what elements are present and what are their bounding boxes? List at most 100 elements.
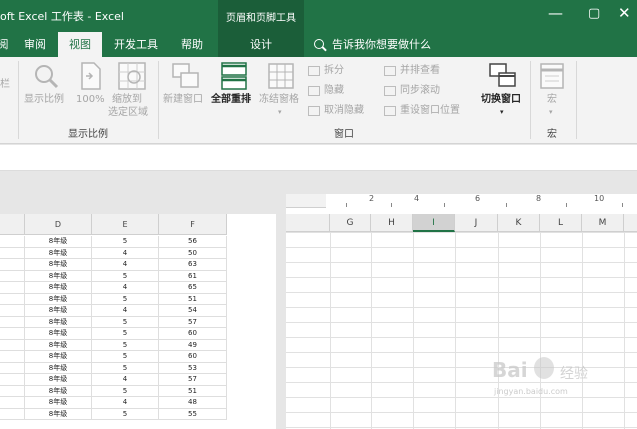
table-cell[interactable]: 8年级	[25, 236, 92, 247]
table-cell[interactable]	[0, 305, 25, 316]
tell-me-box[interactable]: 告诉我你想要做什么	[314, 32, 431, 57]
table-cell[interactable]: 56	[159, 236, 227, 247]
column-header-f[interactable]: F	[159, 214, 227, 235]
table-cell[interactable]	[0, 374, 25, 385]
table-row[interactable]: 8年级 5 60	[0, 351, 227, 363]
table-cell[interactable]: 4	[92, 397, 159, 408]
table-cell[interactable]: 48	[159, 397, 227, 408]
table-cell[interactable]: 57	[159, 374, 227, 385]
table-cell[interactable]	[0, 397, 25, 408]
table-cell[interactable]: 5	[92, 362, 159, 374]
column-header-partial[interactable]	[286, 214, 330, 232]
table-cell[interactable]: 53	[159, 362, 227, 374]
table-cell[interactable]: 5	[92, 270, 159, 282]
table-cell[interactable]: 8年级	[25, 385, 92, 397]
column-header-m[interactable]: M	[582, 214, 624, 232]
table-cell[interactable]: 8年级	[25, 328, 92, 339]
table-cell[interactable]: 5	[92, 316, 159, 328]
table-cell[interactable]: 60	[159, 351, 227, 362]
tab-view[interactable]: 视图	[58, 32, 102, 57]
table-cell[interactable]	[0, 408, 25, 420]
table-cell[interactable]: 8年级	[25, 293, 92, 305]
table-cell[interactable]: 5	[92, 339, 159, 351]
table-cell[interactable]	[0, 316, 25, 328]
table-cell[interactable]: 4	[92, 374, 159, 385]
minimize-icon[interactable]: —	[548, 6, 563, 21]
table-row[interactable]: 8年级 5 49	[0, 339, 227, 351]
table-cell[interactable]: 60	[159, 328, 227, 339]
table-cell[interactable]: 5	[92, 351, 159, 362]
column-header-l[interactable]: L	[540, 214, 582, 232]
table-cell[interactable]	[0, 351, 25, 362]
table-cell[interactable]	[0, 385, 25, 397]
column-header-j[interactable]: J	[455, 214, 498, 232]
table-row[interactable]: 8年级 5 57	[0, 316, 227, 328]
table-row[interactable]: 8年级 5 56	[0, 236, 227, 248]
tab-partial[interactable]: 阅	[0, 32, 12, 57]
table-row[interactable]: 8年级 5 53	[0, 362, 227, 374]
table-cell[interactable]: 8年级	[25, 282, 92, 293]
table-cell[interactable]: 49	[159, 339, 227, 351]
table-cell[interactable]: 8年级	[25, 259, 92, 270]
table-cell[interactable]	[0, 328, 25, 339]
table-cell[interactable]: 5	[92, 293, 159, 305]
table-cell[interactable]	[0, 293, 25, 305]
column-header-e[interactable]: E	[92, 214, 159, 235]
column-header-partial[interactable]	[0, 214, 25, 235]
table-row[interactable]: 8年级 5 61	[0, 270, 227, 282]
table-cell[interactable]: 4	[92, 282, 159, 293]
table-cell[interactable]: 55	[159, 408, 227, 420]
table-cell[interactable]: 51	[159, 293, 227, 305]
table-row[interactable]: 8年级 4 65	[0, 282, 227, 294]
table-cell[interactable]: 65	[159, 282, 227, 293]
table-cell[interactable]: 50	[159, 247, 227, 259]
table-cell[interactable]: 8年级	[25, 247, 92, 259]
table-cell[interactable]: 8年级	[25, 316, 92, 328]
table-cell[interactable]: 8年级	[25, 374, 92, 385]
table-cell[interactable]: 8年级	[25, 270, 92, 282]
table-cell[interactable]: 63	[159, 259, 227, 270]
table-cell[interactable]: 5	[92, 236, 159, 247]
tab-developer[interactable]: 开发工具	[106, 32, 166, 57]
table-cell[interactable]	[0, 270, 25, 282]
table-row[interactable]: 8年级 4 57	[0, 374, 227, 386]
column-header-i[interactable]: I	[413, 214, 455, 232]
column-header-g[interactable]: G	[330, 214, 371, 232]
table-cell[interactable]: 51	[159, 385, 227, 397]
table-cell[interactable]	[0, 362, 25, 374]
table-cell[interactable]: 4	[92, 305, 159, 316]
table-row[interactable]: 8年级 5 55	[0, 408, 227, 420]
table-row[interactable]: 8年级 4 63	[0, 259, 227, 271]
restore-icon[interactable]: ▢	[588, 6, 600, 21]
table-cell[interactable]	[0, 247, 25, 259]
table-cell[interactable]: 57	[159, 316, 227, 328]
table-cell[interactable]: 5	[92, 385, 159, 397]
table-row[interactable]: 8年级 5 51	[0, 385, 227, 397]
table-row[interactable]: 8年级 5 51	[0, 293, 227, 305]
table-row[interactable]: 8年级 4 54	[0, 305, 227, 317]
table-cell[interactable]: 8年级	[25, 305, 92, 316]
table-cell[interactable]	[0, 339, 25, 351]
table-cell[interactable]: 8年级	[25, 339, 92, 351]
table-cell[interactable]: 4	[92, 247, 159, 259]
table-cell[interactable]: 8年级	[25, 397, 92, 408]
table-cell[interactable]: 54	[159, 305, 227, 316]
table-cell[interactable]	[0, 259, 25, 270]
table-row[interactable]: 8年级 4 50	[0, 247, 227, 259]
table-cell[interactable]	[0, 282, 25, 293]
column-header-d[interactable]: D	[25, 214, 92, 235]
tab-review[interactable]: 审阅	[16, 32, 54, 57]
table-cell[interactable]: 61	[159, 270, 227, 282]
table-cell[interactable]: 8年级	[25, 408, 92, 420]
close-icon[interactable]: ✕	[618, 6, 631, 21]
table-row[interactable]: 8年级 5 60	[0, 328, 227, 340]
table-cell[interactable]	[0, 236, 25, 247]
table-row[interactable]: 8年级 4 48	[0, 397, 227, 409]
table-cell[interactable]: 5	[92, 328, 159, 339]
table-cell[interactable]: 4	[92, 259, 159, 270]
table-cell[interactable]: 8年级	[25, 362, 92, 374]
table-cell[interactable]: 8年级	[25, 351, 92, 362]
column-header-h[interactable]: H	[371, 214, 413, 232]
tab-design[interactable]: 设计	[218, 32, 304, 57]
table-cell[interactable]: 5	[92, 408, 159, 420]
